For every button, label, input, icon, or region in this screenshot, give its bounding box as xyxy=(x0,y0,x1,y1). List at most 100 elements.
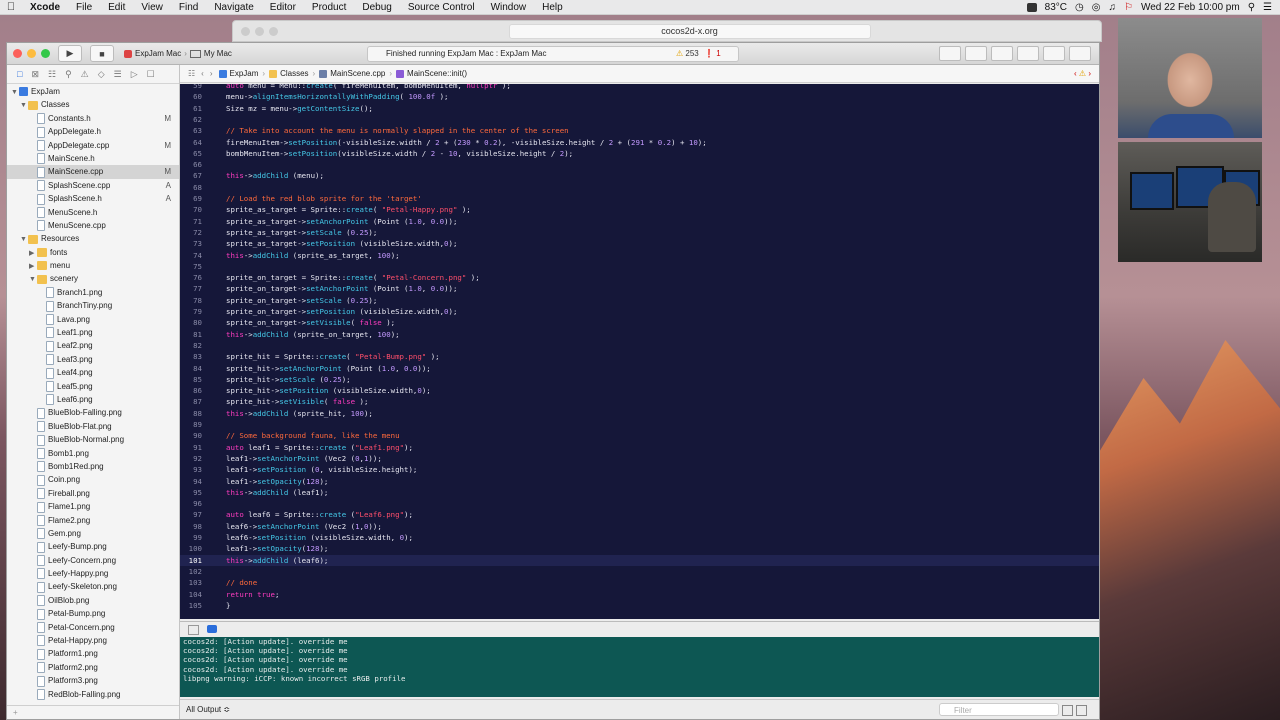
assistant-editor-button[interactable] xyxy=(965,46,987,61)
navigator-item[interactable]: AppDelegate.h xyxy=(7,125,179,138)
menu-clock[interactable]: Wed 22 Feb 10:00 pm xyxy=(1141,2,1240,13)
test-icon[interactable]: ◇ xyxy=(98,69,105,80)
code-line[interactable]: 78 sprite_on_target->setScale (0.25); xyxy=(180,295,1099,306)
code-line[interactable]: 87 sprite_hit->setVisible( false ); xyxy=(180,396,1099,407)
code-line[interactable]: 63 // Take into account the menu is norma… xyxy=(180,125,1099,136)
code-line[interactable]: 83 sprite_hit = Sprite::create( "Petal-Bu… xyxy=(180,351,1099,362)
code-line[interactable]: 103 // done xyxy=(180,577,1099,588)
code-line[interactable]: 100 leaf1->setOpacity(128); xyxy=(180,543,1099,554)
code-line[interactable]: 99 leaf6->setPosition (visibleSize.width,… xyxy=(180,532,1099,543)
code-line[interactable]: 71 sprite_as_target->setAnchorPoint (Poin… xyxy=(180,216,1099,227)
debug-icon[interactable]: ☰ xyxy=(114,69,122,80)
wifi-icon[interactable]: ◎ xyxy=(1092,2,1101,13)
browser-minimize-button[interactable] xyxy=(255,26,264,36)
disclosure-triangle-icon[interactable]: ▼ xyxy=(20,233,28,246)
navigator-item[interactable]: Leaf6.png xyxy=(7,393,179,406)
navigator-toggle-button[interactable] xyxy=(1017,46,1039,61)
navigator-item[interactable]: MainScene.h xyxy=(7,152,179,165)
menu-editor[interactable]: Editor xyxy=(262,2,304,13)
navigator-item[interactable]: Branch1.png xyxy=(7,286,179,299)
navigator-filter-bar[interactable]: + xyxy=(7,705,179,719)
disclosure-triangle-icon[interactable]: ▼ xyxy=(20,99,28,112)
disclosure-triangle-icon[interactable]: ▶ xyxy=(29,247,37,260)
output-selector[interactable]: All Output ≎ xyxy=(186,700,230,719)
clock-icon[interactable]: ◷ xyxy=(1075,2,1084,13)
navigator-item[interactable]: Petal-Bump.png xyxy=(7,607,179,620)
code-line[interactable]: 102 xyxy=(180,566,1099,577)
navigator-item[interactable]: ▶ fonts xyxy=(7,246,179,259)
status-app-icon[interactable] xyxy=(1026,2,1037,12)
navigator-item[interactable]: Bomb1Red.png xyxy=(7,460,179,473)
navigator-item[interactable]: Leaf5.png xyxy=(7,380,179,393)
back-icon[interactable]: ‹ xyxy=(201,69,204,78)
zoom-button[interactable] xyxy=(41,49,50,58)
browser-url-field[interactable]: cocos2d-x.org xyxy=(508,23,871,39)
source-control-icon[interactable]: ⊠ xyxy=(31,69,39,80)
code-line[interactable]: 59 auto menu = Menu::create( fireMenuItem… xyxy=(180,84,1099,91)
code-line[interactable]: 77 sprite_on_target->setAnchorPoint (Poin… xyxy=(180,283,1099,294)
navigator-item[interactable]: Platform3.png xyxy=(7,674,179,687)
console-output[interactable]: cocos2d: [Action update]. override me coc… xyxy=(180,637,1099,697)
menu-file[interactable]: File xyxy=(68,2,100,13)
menu-find[interactable]: Find xyxy=(171,2,206,13)
navigator-item[interactable]: BranchTiny.png xyxy=(7,299,179,312)
navigator-item[interactable]: Gem.png xyxy=(7,527,179,540)
navigator-item[interactable]: MenuScene.cpp xyxy=(7,219,179,232)
code-line[interactable]: 68 xyxy=(180,182,1099,193)
code-line[interactable]: 61 Size mz = menu->getContentSize(); xyxy=(180,103,1099,114)
menu-product[interactable]: Product xyxy=(304,2,354,13)
navigator-item[interactable]: Petal-Happy.png xyxy=(7,634,179,647)
code-line[interactable]: 95 this->addChild (leaf1); xyxy=(180,487,1099,498)
battery-temp[interactable]: 83°C xyxy=(1045,2,1067,13)
code-line[interactable]: 84 sprite_hit->setAnchorPoint (Point (1.0… xyxy=(180,363,1099,374)
hide-debug-area-icon[interactable] xyxy=(188,625,199,635)
code-line[interactable]: 76 sprite_on_target = Sprite::create( "Pe… xyxy=(180,272,1099,283)
navigator-item[interactable]: BlueBlob-Normal.png xyxy=(7,433,179,446)
navigator-item[interactable]: OilBlob.png xyxy=(7,594,179,607)
code-line[interactable]: 74 this->addChild (sprite_as_target, 100)… xyxy=(180,250,1099,261)
code-line[interactable]: 105} xyxy=(180,600,1099,611)
navigator-item[interactable]: Fireball.png xyxy=(7,487,179,500)
navigator-item[interactable]: RedBlob-Falling.png xyxy=(7,688,179,701)
code-line[interactable]: 94 leaf1->setOpacity(128); xyxy=(180,476,1099,487)
navigator-item[interactable]: Lava.png xyxy=(7,313,179,326)
navigator-item[interactable]: ▼ scenery xyxy=(7,272,179,285)
code-line[interactable]: 64 fireMenuItem->setPosition(-visibleSize… xyxy=(180,137,1099,148)
breadcrumb-item[interactable]: MainScene.cpp xyxy=(319,69,385,78)
code-line[interactable]: 67 this->addChild (menu); xyxy=(180,170,1099,181)
search-icon[interactable]: ⚲ xyxy=(1248,2,1255,13)
console-filter-field[interactable]: Filter xyxy=(939,703,1059,716)
code-line[interactable]: 79 sprite_on_target->setPosition (visible… xyxy=(180,306,1099,317)
menu-navigate[interactable]: Navigate xyxy=(206,2,261,13)
navigator-item[interactable]: Constants.h M xyxy=(7,112,179,125)
notification-icon[interactable]: ☰ xyxy=(1263,2,1272,13)
navigator-item[interactable]: Leefy-Bump.png xyxy=(7,540,179,553)
code-line[interactable]: 92 leaf1->setAnchorPoint (Vec2 (0,1)); xyxy=(180,453,1099,464)
menu-source-control[interactable]: Source Control xyxy=(400,2,483,13)
code-line[interactable]: 97 auto leaf6 = Sprite::create ("Leaf6.pn… xyxy=(180,509,1099,520)
menu-help[interactable]: Help xyxy=(534,2,571,13)
code-line[interactable]: 82 xyxy=(180,340,1099,351)
warning-nav-back-icon[interactable]: ‹ xyxy=(1074,69,1077,78)
version-editor-button[interactable] xyxy=(991,46,1013,61)
debug-area-toggle-button[interactable] xyxy=(1043,46,1065,61)
utilities-toggle-button[interactable] xyxy=(1069,46,1091,61)
code-line[interactable]: 90 // Some background fauna, like the men… xyxy=(180,430,1099,441)
navigator-item[interactable]: ▶ menu xyxy=(7,259,179,272)
code-line[interactable]: 98 leaf6->setAnchorPoint (Vec2 (1,0)); xyxy=(180,521,1099,532)
code-line[interactable]: 62 xyxy=(180,114,1099,125)
navigator-item[interactable]: BlueBlob-Falling.png xyxy=(7,406,179,419)
navigator-item[interactable]: Coin.png xyxy=(7,473,179,486)
breakpoints-toggle-icon[interactable] xyxy=(207,625,217,633)
breadcrumb-item[interactable]: ExpJam xyxy=(218,69,258,78)
code-line[interactable]: 70 sprite_as_target = Sprite::create( "Pe… xyxy=(180,204,1099,215)
standard-editor-button[interactable] xyxy=(939,46,961,61)
split-view-icon[interactable] xyxy=(1076,705,1087,716)
forward-icon[interactable]: › xyxy=(210,69,213,78)
close-button[interactable] xyxy=(13,49,22,58)
breadcrumb-item[interactable]: MainScene::init() xyxy=(396,69,467,78)
navigator-item[interactable]: AppDelegate.cpp M xyxy=(7,139,179,152)
stop-button[interactable]: ■ xyxy=(90,45,114,62)
menu-debug[interactable]: Debug xyxy=(354,2,399,13)
symbol-icon[interactable]: ☷ xyxy=(48,69,56,80)
